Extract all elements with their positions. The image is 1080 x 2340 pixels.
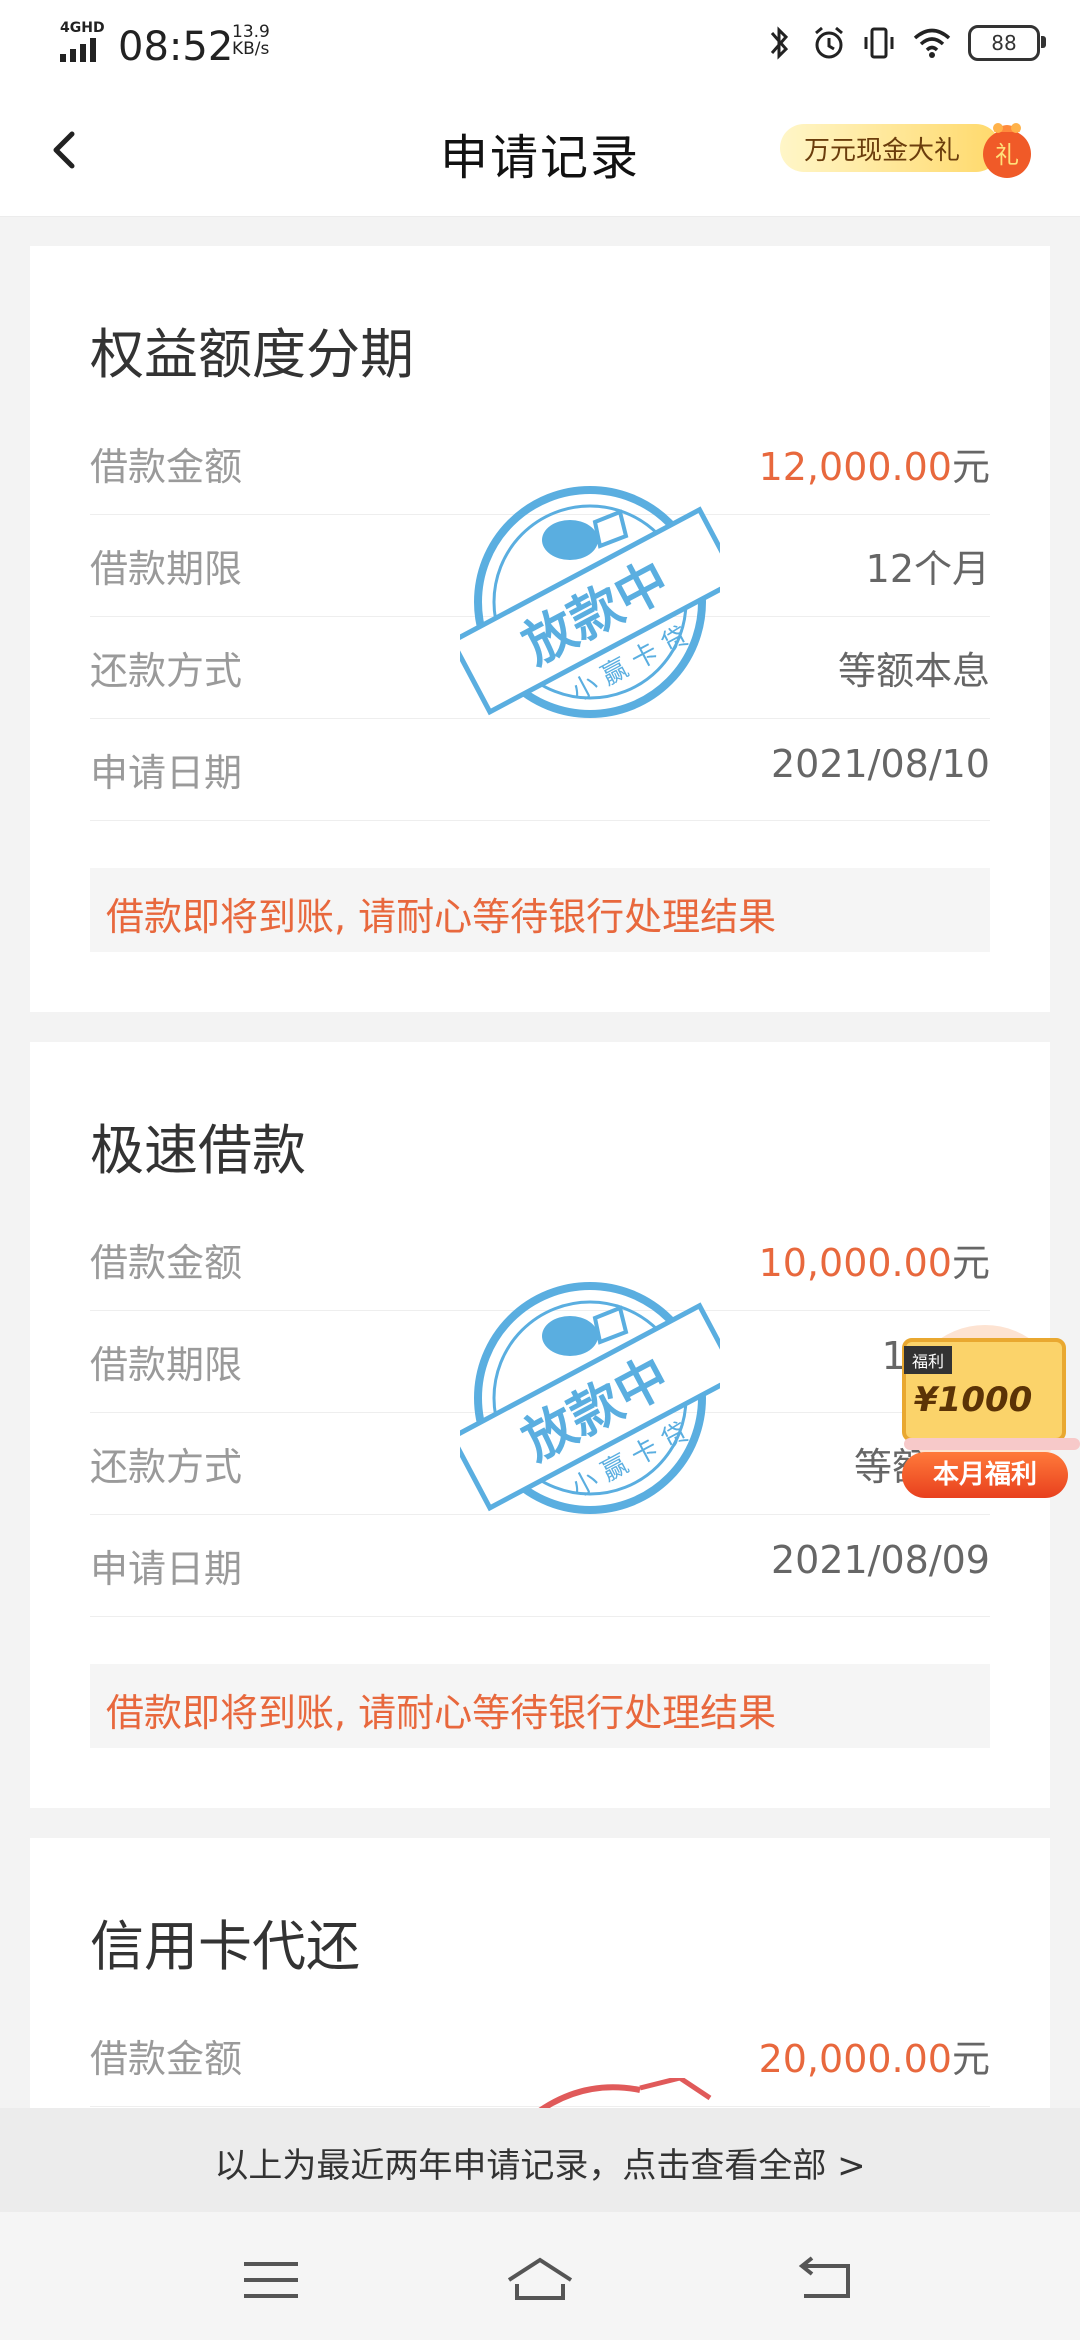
amount-unit: 元 — [951, 1241, 990, 1285]
status-notice: 借款即将到账, 请耐心等待银行处理结果 — [90, 1664, 990, 1748]
row-label: 还款方式 — [90, 649, 243, 693]
row-label: 借款金额 — [90, 1241, 243, 1285]
row-label: 申请日期 — [90, 751, 243, 795]
row-label: 借款期限 — [90, 1343, 243, 1387]
notice-text: 借款即将到账, 请耐心等待银行处理结果 — [106, 895, 777, 939]
application-card[interactable]: 信用卡代还 借款金额 20,000.00元 — [30, 1838, 1050, 2138]
vibrate-icon — [864, 27, 894, 59]
loan-amount: 10,000.00 — [758, 1241, 952, 1285]
promo-label: 万元现金大礼 — [804, 136, 961, 166]
amount-unit: 元 — [951, 445, 990, 489]
row-label: 还款方式 — [90, 1445, 243, 1489]
row-label: 借款金额 — [90, 2037, 243, 2081]
promo-banner[interactable]: 万元现金大礼 礼 — [780, 116, 1050, 180]
battery-level: 88 — [991, 31, 1017, 55]
row-value: 12,000.00元 — [759, 436, 990, 491]
signal-icon — [60, 38, 96, 62]
speed-unit: KB/s — [232, 39, 270, 59]
row-label: 借款金额 — [90, 445, 243, 489]
row-value: 20,000.00元 — [759, 2028, 990, 2083]
promo-badge-text: 礼 — [995, 141, 1019, 169]
menu-icon[interactable] — [236, 2252, 306, 2308]
card-title: 权益额度分期 — [90, 323, 414, 386]
status-notice: 借款即将到账, 请耐心等待银行处理结果 — [90, 868, 990, 952]
row-label: 申请日期 — [90, 1547, 243, 1591]
view-all-text: 以上为最近两年申请记录，点击查看全部 > — [214, 2146, 866, 2186]
reward-amount: ¥1000 — [914, 1380, 1033, 1420]
network-type: 4GHD — [60, 20, 105, 36]
status-right: 88 — [762, 18, 1046, 68]
clock: 08:52 — [118, 24, 234, 70]
row-value: 2021/08/09 — [770, 1538, 990, 1582]
disbursing-stamp: 放款中 小赢卡贷 — [460, 1282, 720, 1514]
row-value: 10,000.00元 — [759, 1232, 990, 1287]
status-bar: 4GHD 08:52 13.9 KB/s 88 — [0, 0, 1080, 84]
reward-button[interactable]: 本月福利 — [902, 1452, 1068, 1498]
monthly-reward-widget[interactable]: 福利 ¥1000 本月福利 — [890, 1320, 1080, 1510]
battery-icon: 88 — [968, 25, 1046, 61]
gift-bag-icon: 礼 — [983, 123, 1031, 178]
loan-amount: 20,000.00 — [758, 2037, 952, 2081]
row-value: 12个月 — [865, 547, 990, 591]
loan-amount: 12,000.00 — [758, 445, 952, 489]
row-label: 借款期限 — [90, 547, 243, 591]
view-all-link[interactable]: 以上为最近两年申请记录，点击查看全部 > — [0, 2108, 1080, 2212]
row-date: 申请日期 2021/08/09 — [90, 1514, 990, 1617]
application-card[interactable]: 权益额度分期 借款金额 12,000.00元 借款期限 12个月 还款方式 等额… — [30, 246, 1050, 1012]
row-value: 等额本息 — [837, 649, 990, 693]
system-nav-bar — [0, 2212, 1080, 2340]
app-header: 申请记录 万元现金大礼 礼 — [0, 84, 1080, 217]
alarm-icon — [815, 26, 843, 59]
notice-text: 借款即将到账, 请耐心等待银行处理结果 — [106, 1691, 777, 1735]
card-title: 极速借款 — [90, 1119, 306, 1182]
home-icon[interactable] — [505, 2252, 575, 2308]
disbursing-stamp: 放款中 小赢卡贷 — [460, 486, 720, 718]
wifi-icon — [913, 28, 951, 58]
bluetooth-icon — [770, 26, 789, 60]
back-nav-icon[interactable] — [790, 2252, 860, 2308]
row-date: 申请日期 2021/08/10 — [90, 718, 990, 821]
network-speed: 13.9 KB/s — [232, 24, 270, 58]
row-value: 2021/08/10 — [770, 742, 990, 786]
reward-tag: 福利 — [904, 1346, 953, 1374]
amount-unit: 元 — [951, 2037, 990, 2081]
card-title: 信用卡代还 — [90, 1915, 360, 1978]
